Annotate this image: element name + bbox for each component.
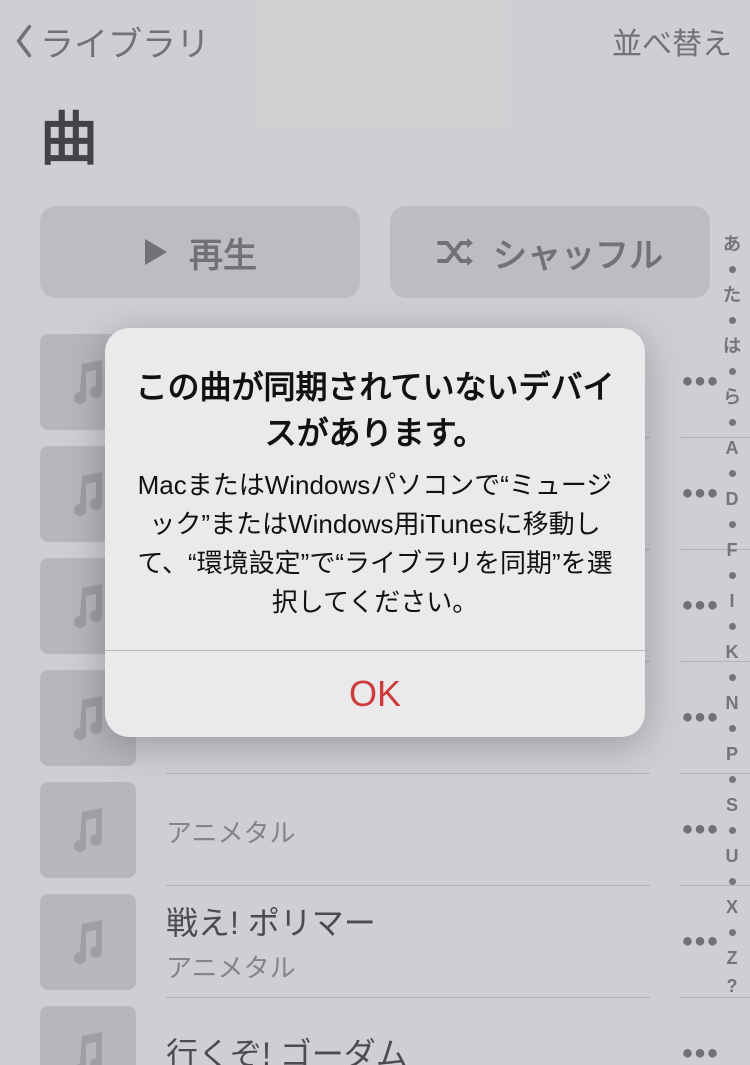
sync-alert-dialog: この曲が同期されていないデバイスがあります。 MacまたはWindowsパソコン…: [105, 328, 645, 738]
songs-screen: ライブラリ 並べ替え 曲 再生 シャッフル: [0, 0, 750, 1065]
dialog-message: MacまたはWindowsパソコンで“ミュージック”またはWindows用iTu…: [133, 466, 617, 622]
dialog-body: この曲が同期されていないデバイスがあります。 MacまたはWindowsパソコン…: [105, 328, 645, 651]
ok-button[interactable]: OK: [105, 651, 645, 737]
dialog-title: この曲が同期されていないデバイスがあります。: [133, 364, 617, 457]
modal-backdrop: この曲が同期されていないデバイスがあります。 MacまたはWindowsパソコン…: [0, 0, 750, 1065]
